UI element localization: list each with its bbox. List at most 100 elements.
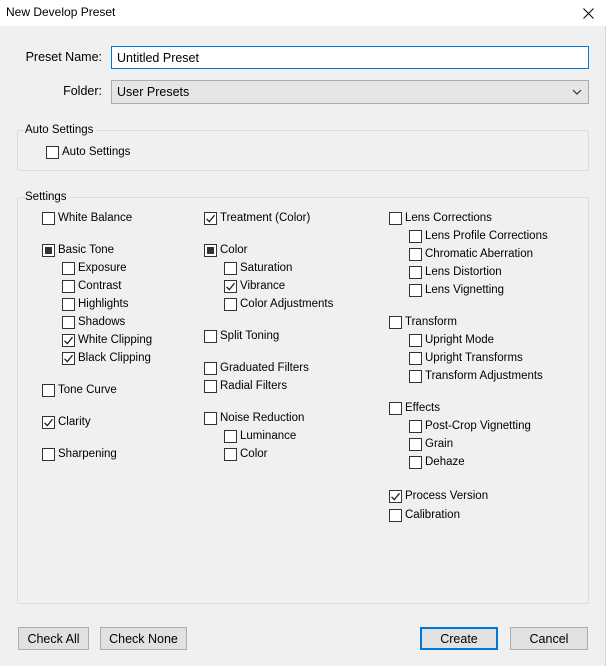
checkbox-box [204,211,217,225]
checkbox-col3-calibration[interactable]: Calibration [389,507,460,523]
checkbox-label: Lens Profile Corrections [425,230,548,242]
checkbox-box [62,315,75,329]
checkbox-box [409,229,422,243]
checkbox-box [389,211,402,225]
checkbox-label: Calibration [405,509,460,521]
checkbox-col1-tone-curve[interactable]: Tone Curve [42,382,117,398]
checkbox-col3-dehaze[interactable]: Dehaze [409,454,465,470]
checkbox-box [409,369,422,383]
checkbox-col3-transform-adjustments[interactable]: Transform Adjustments [409,368,543,384]
checkbox-label: Lens Vignetting [425,284,505,296]
checkbox-label: Saturation [240,262,293,274]
checkbox-box [42,243,55,257]
checkbox-col1-basic-tone[interactable]: Basic Tone [42,242,114,258]
checkbox-label: Transform Adjustments [425,370,543,382]
checkbox-label: Highlights [78,298,129,310]
checkbox-col1-exposure[interactable]: Exposure [62,260,127,276]
checkbox-box [409,351,422,365]
checkbox-label: Vibrance [240,280,286,292]
checkbox-label: Process Version [405,490,489,502]
preset-name-input[interactable] [111,46,589,69]
close-icon [582,7,594,19]
create-button[interactable]: Create [420,627,498,650]
checkbox-col1-black-clipping[interactable]: Black Clipping [62,350,151,366]
chevron-down-icon [572,89,582,95]
checkbox-label: Black Clipping [78,352,151,364]
checkbox-col3-transform[interactable]: Transform [389,314,457,330]
checkbox-box [42,415,55,429]
checkbox-col1-white-clipping[interactable]: White Clipping [62,332,152,348]
auto-settings-checkbox[interactable]: Auto Settings [46,144,130,160]
checkbox-col2-noise-reduction[interactable]: Noise Reduction [204,410,304,426]
checkbox-col3-chromatic-aberration[interactable]: Chromatic Aberration [409,246,533,262]
checkbox-col2-treatment-color[interactable]: Treatment (Color) [204,210,310,226]
checkbox-col1-sharpening[interactable]: Sharpening [42,446,117,462]
checkbox-col3-grain[interactable]: Grain [409,436,453,452]
checkbox-col3-effects[interactable]: Effects [389,400,440,416]
check-none-button[interactable]: Check None [100,627,187,650]
checkbox-label: Contrast [78,280,122,292]
checkbox-col3-post-crop-vignetting[interactable]: Post-Crop Vignetting [409,418,531,434]
checkbox-box [389,315,402,329]
checkbox-box [224,447,237,461]
checkbox-col3-upright-mode[interactable]: Upright Mode [409,332,494,348]
checkbox-col2-luminance[interactable]: Luminance [224,428,296,444]
checkbox-label: Exposure [78,262,127,274]
checkbox-col2-saturation[interactable]: Saturation [224,260,292,276]
checkmark-icon [64,354,73,363]
checkbox-col1-highlights[interactable]: Highlights [62,296,129,312]
checkbox-col1-shadows[interactable]: Shadows [62,314,125,330]
checkbox-label: Tone Curve [58,384,117,396]
checkbox-col2-color[interactable]: Color [224,446,267,462]
checkmark-icon [391,492,400,501]
checkbox-col2-radial-filters[interactable]: Radial Filters [204,378,287,394]
checkbox-label: Chromatic Aberration [425,248,534,260]
checkbox-label: Clarity [58,416,91,428]
checkbox-label: Upright Transforms [425,352,523,364]
checkbox-label: Dehaze [425,456,465,468]
check-all-button[interactable]: Check All [18,627,89,650]
checkbox-col3-upright-transforms[interactable]: Upright Transforms [409,350,523,366]
close-button[interactable] [570,0,606,26]
checkbox-label: Luminance [240,430,297,442]
checkbox-col2-split-toning[interactable]: Split Toning [204,328,279,344]
checkbox-col3-lens-corrections[interactable]: Lens Corrections [389,210,492,226]
checkbox-box [42,383,55,397]
cancel-button[interactable]: Cancel [510,627,588,650]
checkbox-col2-color[interactable]: Color [204,242,247,258]
checkbox-box [409,247,422,261]
checkbox-col3-lens-vignetting[interactable]: Lens Vignetting [409,282,504,298]
checkbox-box [42,211,55,225]
title-bar: New Develop Preset [0,0,606,26]
checkbox-label: Treatment (Color) [220,212,311,224]
checkbox-col1-white-balance[interactable]: White Balance [42,210,132,226]
checkbox-col3-lens-profile-corrections[interactable]: Lens Profile Corrections [409,228,548,244]
checkbox-col2-color-adjustments[interactable]: Color Adjustments [224,296,333,312]
checkbox-label: Shadows [78,316,126,328]
checkbox-col2-vibrance[interactable]: Vibrance [224,278,285,294]
checkbox-label: Color Adjustments [240,298,334,310]
folder-label: Folder: [63,84,102,98]
checkmark-icon [64,336,73,345]
checkbox-label: Noise Reduction [220,412,305,424]
checkbox-box [409,419,422,433]
checkbox-col1-contrast[interactable]: Contrast [62,278,121,294]
checkbox-label: Split Toning [220,330,280,342]
checkbox-label: Effects [405,402,440,414]
auto-settings-group-label: Auto Settings [25,124,97,136]
checkbox-label: Radial Filters [220,380,288,392]
checkbox-col2-graduated-filters[interactable]: Graduated Filters [204,360,309,376]
checkbox-label: Color [240,448,268,460]
folder-select[interactable]: User Presets [111,80,589,104]
checkbox-box [389,401,402,415]
checkbox-label: Transform [405,316,457,328]
checkbox-box [224,279,237,293]
checkbox-label: Post-Crop Vignetting [425,420,531,432]
checkbox-col3-lens-distortion[interactable]: Lens Distortion [409,264,502,280]
checkbox-box [409,283,422,297]
dialog-title: New Develop Preset [6,5,116,19]
checkbox-col3-process-version[interactable]: Process Version [389,488,488,504]
checkbox-box [204,329,217,343]
checkbox-box [62,333,75,347]
checkbox-col1-clarity[interactable]: Clarity [42,414,91,430]
